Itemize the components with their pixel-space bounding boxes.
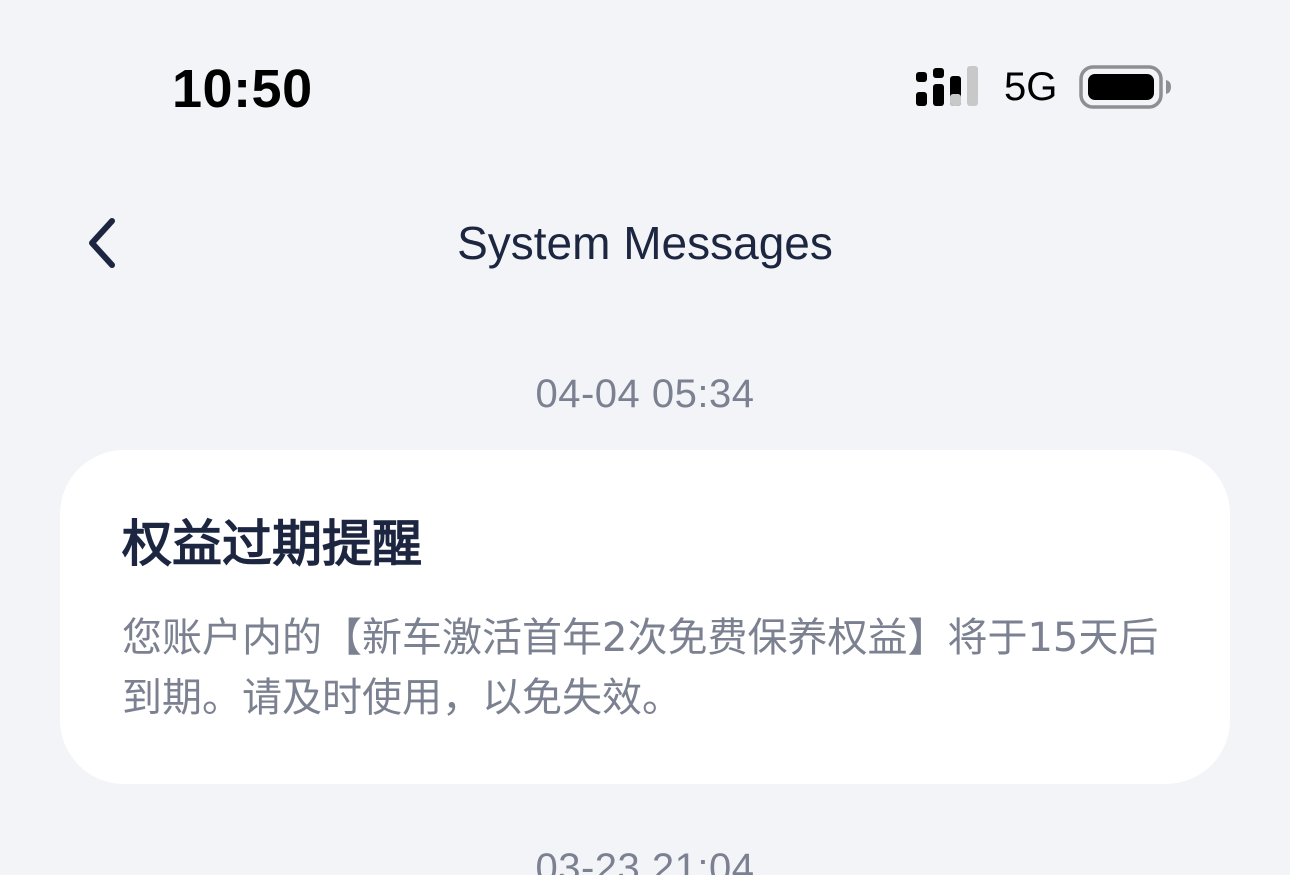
system-messages-screen: 10:50 5G System Messages 04-04 05:34 权益过… — [0, 0, 1290, 875]
status-time: 10:50 — [172, 59, 313, 119]
cellular-signal-icon — [916, 66, 978, 106]
page-title: System Messages — [457, 217, 833, 269]
message-body: 您账户内的【新车激活首年2次免费保养权益】将于15天后到期。请及时使用，以免失效… — [122, 615, 1159, 721]
battery-icon — [1079, 65, 1172, 109]
network-type-label: 5G — [1004, 64, 1058, 109]
status-indicators: 5G — [914, 64, 1173, 110]
message-timestamp: 03-23 21:04 — [535, 846, 755, 875]
message-card[interactable]: 权益过期提醒 您账户内的【新车激活首年2次免费保养权益】将于15天后到期。请及时… — [60, 450, 1230, 784]
message-title: 权益过期提醒 — [122, 515, 422, 573]
message-timestamp: 04-04 05:34 — [535, 372, 755, 416]
